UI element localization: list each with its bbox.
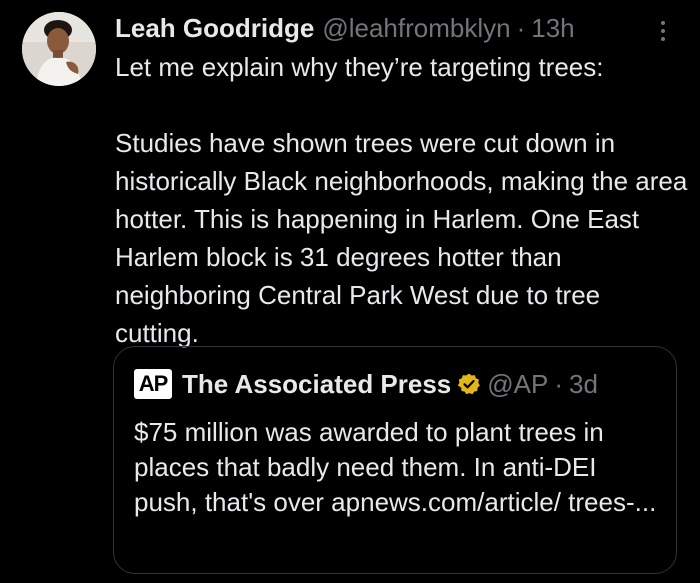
more-dot	[661, 37, 665, 41]
quoted-header-separator: ·	[554, 368, 564, 399]
header-separator: ·	[516, 13, 526, 43]
more-options-button[interactable]	[646, 14, 680, 48]
gold-verified-badge-icon	[457, 372, 481, 396]
tweet-body-line-1: Let me explain why they’re targeting tre…	[115, 52, 604, 82]
tweet-timestamp[interactable]: 13h	[531, 10, 574, 46]
author-handle[interactable]: @leahfrombklyn	[322, 10, 510, 46]
more-vertical-icon	[661, 21, 665, 25]
author-display-name[interactable]: Leah Goodridge	[115, 10, 314, 46]
quoted-tweet-timestamp[interactable]: 3d	[569, 369, 598, 400]
quoted-tweet-text: $75 million was awarded to plant trees i…	[134, 417, 657, 517]
quoted-tweet-header: AP The Associated Press @AP · 3d	[134, 367, 598, 401]
profile-photo-icon	[22, 12, 96, 86]
tweet-body: Let me explain why they’re targeting tre…	[115, 48, 690, 352]
quoted-author-handle[interactable]: @AP	[487, 369, 548, 400]
quoted-author-name[interactable]: The Associated Press	[182, 369, 451, 400]
avatar[interactable]	[22, 12, 96, 86]
tweet-body-paragraph-2: Studies have shown trees were cut down i…	[115, 128, 688, 348]
more-dot	[661, 29, 665, 33]
quoted-tweet-card[interactable]: AP The Associated Press @AP · 3d $75 mil…	[113, 346, 677, 574]
ap-logo[interactable]: AP	[134, 369, 172, 399]
tweet-header: Leah Goodridge @leahfrombklyn · 13h	[115, 10, 575, 46]
tweet[interactable]: Leah Goodridge @leahfrombklyn · 13h Let …	[0, 0, 700, 583]
